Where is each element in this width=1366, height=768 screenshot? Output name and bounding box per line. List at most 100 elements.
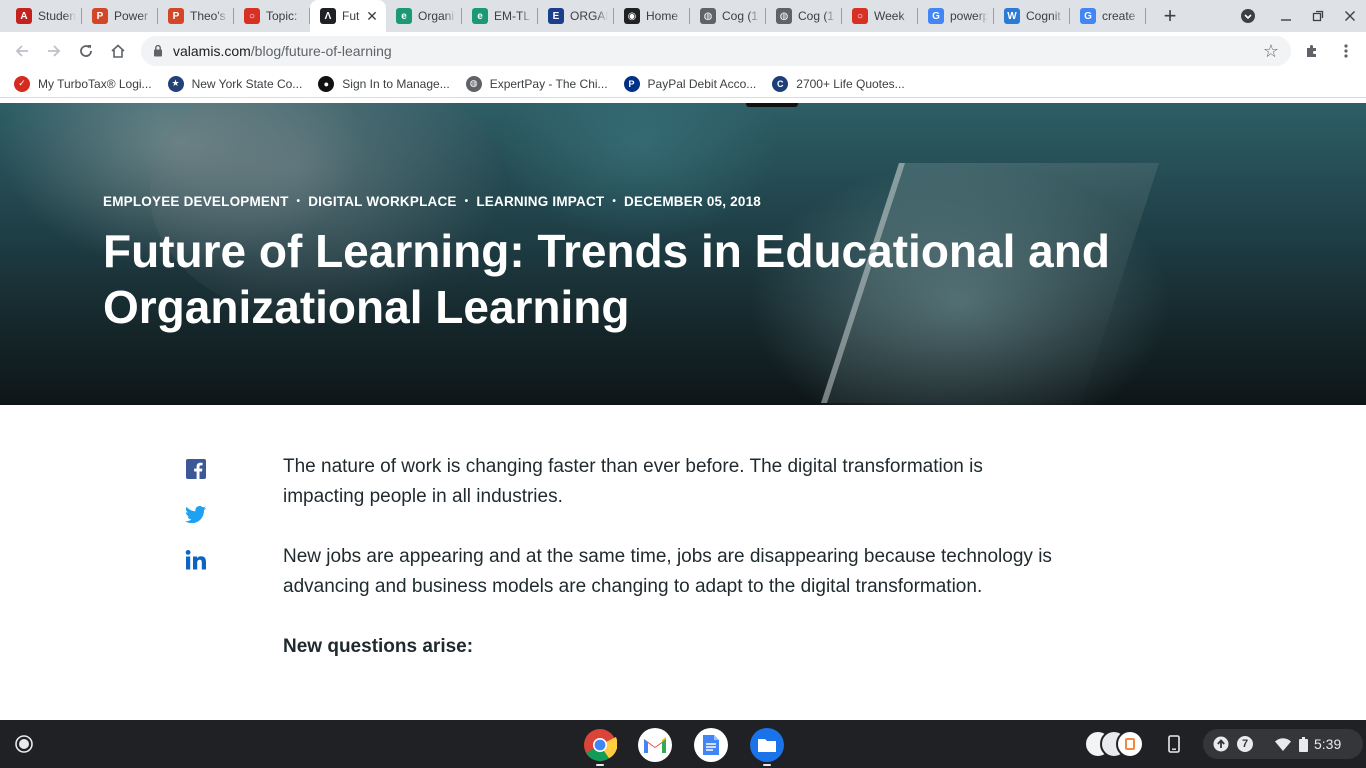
reload-icon[interactable] <box>70 35 102 67</box>
tab-favicon-icon: Λ <box>320 8 336 24</box>
category-separator: • <box>296 196 301 207</box>
browser-tab[interactable]: P Theo's <box>158 0 234 32</box>
tab-favicon-icon: A <box>16 8 32 24</box>
browser-tab[interactable]: W Cognit <box>994 0 1070 32</box>
tab-favicon-icon: W <box>1004 8 1020 24</box>
tab-favicon-icon: ○ <box>244 8 260 24</box>
browser-tab[interactable]: A Studen <box>6 0 82 32</box>
bookmark-favicon-icon: ◍ <box>465 75 482 92</box>
chrome-app-icon[interactable] <box>583 728 617 762</box>
category-link[interactable]: EMPLOYEE DEVELOPMENT <box>103 194 289 209</box>
tab-favicon-icon: e <box>396 8 412 24</box>
browser-tab[interactable]: ◍ Cog (1 <box>766 0 842 32</box>
new-tab-button[interactable]: + <box>1154 0 1186 32</box>
bookmark-favicon-icon: ✓ <box>14 75 30 92</box>
tab-favicon-icon: E <box>548 8 564 24</box>
close-window-icon[interactable] <box>1340 0 1360 32</box>
bookmark-item[interactable]: ✓ My TurboTax® Logi... <box>14 75 152 92</box>
article-hero: EMPLOYEE DEVELOPMENT • DIGITAL WORKPLACE • L… <box>0 103 1366 405</box>
home-icon[interactable] <box>102 35 134 67</box>
tab-title: EM-TL <box>494 9 530 23</box>
os-shelf: 7 5:39 <box>0 720 1366 768</box>
bookmark-item[interactable]: P PayPal Debit Acco... <box>623 75 756 92</box>
tab-title: Home <box>646 9 679 23</box>
bookmarks-bar: ✓ My TurboTax® Logi... ★ New York State Co.… <box>0 70 1366 98</box>
browser-tab[interactable]: e Organi <box>386 0 462 32</box>
tab-favicon-icon: P <box>168 8 184 24</box>
tab-title: Cognit <box>1026 9 1061 23</box>
bookmark-label: Sign In to Manage... <box>342 76 450 91</box>
bookmark-label: New York State Co... <box>191 76 303 91</box>
bookmark-favicon-icon: ★ <box>167 75 184 92</box>
phone-hub-icon[interactable] <box>1158 729 1190 759</box>
article-body: The nature of work is changing faster th… <box>283 452 1063 662</box>
browser-tab[interactable]: ◉ Home <box>614 0 690 32</box>
browser-tab[interactable]: E ORGAN <box>538 0 614 32</box>
tab-favicon-icon: ◉ <box>624 8 640 24</box>
address-bar[interactable]: valamis.com/blog/future-of-learning ☆ <box>141 36 1291 66</box>
bookmark-favicon-icon: ● <box>318 75 335 92</box>
category-link[interactable]: LEARNING IMPACT <box>476 194 604 209</box>
article-subheading: New questions arise: <box>283 636 474 657</box>
category-link[interactable]: DIGITAL WORKPLACE <box>308 194 456 209</box>
category-separator: • <box>612 196 617 207</box>
battery-icon <box>1299 736 1308 752</box>
hero-notch <box>746 103 798 107</box>
tab-favicon-icon: e <box>472 8 488 24</box>
twitter-share-icon[interactable] <box>185 504 207 526</box>
docs-app-icon[interactable] <box>694 728 728 762</box>
tab-title: create <box>1102 9 1136 23</box>
facebook-share-icon[interactable] <box>185 458 207 480</box>
tab-title: powerp <box>950 9 988 23</box>
browser-toolbar: valamis.com/blog/future-of-learning ☆ <box>0 32 1366 70</box>
holding-space-tray[interactable] <box>1080 729 1144 759</box>
restore-icon[interactable] <box>1308 0 1328 32</box>
files-running-indicator <box>763 764 771 766</box>
minimize-icon[interactable] <box>1276 0 1296 32</box>
files-app-icon[interactable] <box>750 728 784 762</box>
browser-tab[interactable]: e EM-TL <box>462 0 538 32</box>
url-domain: valamis.com <box>173 43 251 59</box>
tab-title: Topic: <box>266 9 298 23</box>
bookmark-label: 2700+ Life Quotes... <box>796 76 905 91</box>
tab-title: Cog (1 <box>722 9 759 23</box>
tab-favicon-icon: ◍ <box>700 8 716 24</box>
tab-list: A Studen P Power P Theo's ○ Topic: Λ Fut ✕ e Organi e… <box>0 0 1146 32</box>
lock-icon <box>153 44 165 58</box>
article-categories: EMPLOYEE DEVELOPMENT • DIGITAL WORKPLACE • L… <box>103 194 761 209</box>
tab-title: Week <box>874 9 905 23</box>
tab-search-icon[interactable] <box>1236 0 1260 32</box>
bookmark-item[interactable]: ◍ ExpertPay - The Chi... <box>465 75 608 92</box>
back-icon[interactable] <box>6 35 38 67</box>
tab-favicon-icon: ○ <box>852 8 868 24</box>
launcher-icon[interactable] <box>8 728 40 760</box>
browser-tab[interactable]: ○ Week <box>842 0 918 32</box>
browser-tab[interactable]: ○ Topic: <box>234 0 310 32</box>
extensions-icon[interactable] <box>1296 35 1328 67</box>
bookmark-label: ExpertPay - The Chi... <box>489 76 608 91</box>
bookmark-item[interactable]: C 2700+ Life Quotes... <box>772 75 905 92</box>
browser-tab[interactable]: ◍ Cog (1 <box>690 0 766 32</box>
tab-title: ORGAN <box>570 9 608 23</box>
bookmark-star-icon[interactable]: ☆ <box>1263 41 1279 62</box>
url-path: /blog/future-of-learning <box>250 43 392 59</box>
browser-tab[interactable]: Gcreate <box>1070 0 1146 32</box>
browser-tab[interactable]: P Power <box>82 0 158 32</box>
menu-kebab-icon[interactable] <box>1330 35 1362 67</box>
status-area[interactable]: 7 5:39 <box>1203 729 1363 759</box>
bookmark-label: My TurboTax® Logi... <box>38 76 152 91</box>
linkedin-share-icon[interactable] <box>185 549 207 571</box>
browser-tab[interactable]: Gpowerp <box>918 0 994 32</box>
tab-favicon-icon: ◍ <box>776 8 792 24</box>
close-tab-icon[interactable]: ✕ <box>364 8 380 24</box>
tab-favicon-icon: G <box>928 8 944 24</box>
gmail-app-icon[interactable] <box>638 728 672 762</box>
bookmark-item[interactable]: ● Sign In to Manage... <box>318 75 450 92</box>
chrome-running-indicator <box>596 764 604 766</box>
bookmark-item[interactable]: ★ New York State Co... <box>167 75 303 92</box>
article-paragraph: The nature of work is changing faster th… <box>283 456 983 507</box>
tab-strip: A Studen P Power P Theo's ○ Topic: Λ Fut ✕ e Organi e… <box>0 0 1366 32</box>
browser-tab[interactable]: Λ Fut ✕ <box>310 0 386 32</box>
forward-icon[interactable] <box>38 35 70 67</box>
tab-title: Cog (1 <box>798 9 835 23</box>
